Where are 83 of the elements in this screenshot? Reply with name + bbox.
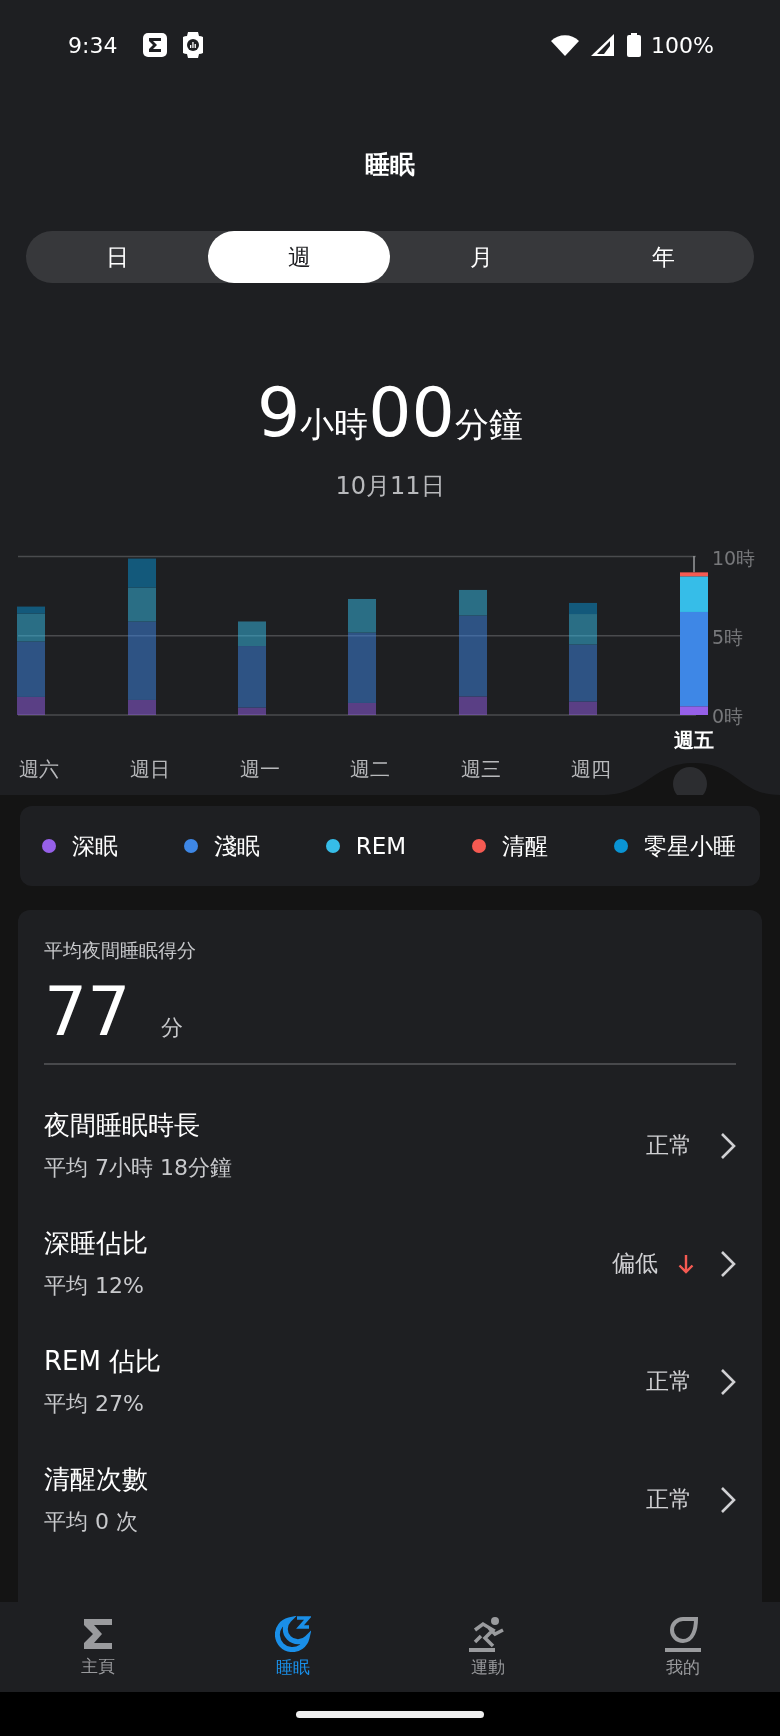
metric-title: 清醒次數 <box>44 1463 149 1496</box>
bar-segment[interactable] <box>128 558 156 588</box>
bar-segment[interactable] <box>348 632 376 703</box>
day-handle[interactable] <box>673 767 707 795</box>
chevron-right-icon[interactable] <box>720 1249 736 1278</box>
sigma-app-icon <box>143 33 168 57</box>
chevron-right-icon[interactable] <box>720 1131 736 1160</box>
metric-title: 深睡佔比 <box>44 1227 149 1260</box>
period-tab[interactable]: 年 <box>572 231 754 283</box>
profile-icon <box>664 1615 701 1652</box>
duration-minutes: 00 <box>368 373 455 452</box>
legend-label: 深眠 <box>72 831 118 861</box>
bar-segment[interactable] <box>569 614 597 645</box>
day-label: 週日 <box>130 757 170 781</box>
score-value: 77 <box>44 972 131 1051</box>
legend-label: 清醒 <box>502 831 549 861</box>
nav-tab[interactable]: 主頁 <box>0 1602 195 1692</box>
period-tab[interactable]: 日 <box>26 231 208 283</box>
legend-label: REM <box>355 833 407 859</box>
bar-segment[interactable] <box>569 602 597 615</box>
bar-segment[interactable] <box>128 587 156 622</box>
bar-segment[interactable] <box>459 696 487 715</box>
legend-label: 零星小睡 <box>644 831 736 861</box>
metric-average: 平均 12% <box>44 1272 145 1300</box>
day-label: 週二 <box>350 757 390 781</box>
day-label: 週六 <box>19 757 59 781</box>
moon-icon <box>274 1615 311 1652</box>
metric-title: REM 佔比 <box>44 1345 163 1378</box>
watch-icon <box>183 32 204 58</box>
metric-status: 正常 <box>646 1485 692 1514</box>
nav-tab[interactable]: 運動 <box>390 1602 585 1692</box>
bar-segment[interactable] <box>680 576 708 612</box>
battery-level: 100% <box>651 32 714 58</box>
selection-marker <box>693 555 695 574</box>
score-label: 平均夜間睡眠得分 <box>44 938 197 963</box>
screen-title: 睡眠 <box>365 149 415 181</box>
period-tab[interactable]: 月 <box>390 231 572 283</box>
bar-segment[interactable] <box>680 706 708 715</box>
metric-average: 平均 7小時 18分鐘 <box>44 1154 233 1182</box>
day-label: 週三 <box>461 757 501 781</box>
wifi-icon <box>551 34 580 56</box>
metric-status: 偏低 <box>612 1249 658 1278</box>
bar-segment[interactable] <box>128 699 156 715</box>
bar-segment[interactable] <box>17 606 45 614</box>
hours-unit: 小時 <box>300 404 369 446</box>
runner-icon <box>468 1615 507 1652</box>
bar-segment[interactable] <box>128 621 156 700</box>
day-label: 週一 <box>240 757 280 781</box>
bar-segment[interactable] <box>238 621 266 647</box>
bar-segment[interactable] <box>459 589 487 616</box>
bar-segment[interactable] <box>348 702 376 715</box>
day-label: 週五 <box>674 728 714 752</box>
sigma-icon <box>81 1616 114 1651</box>
period-tab[interactable]: 週 <box>208 231 390 283</box>
metric-average: 平均 27% <box>44 1390 145 1418</box>
battery-icon <box>627 33 642 57</box>
status-time: 9:34 <box>68 32 118 58</box>
bar-segment[interactable] <box>680 572 708 577</box>
signal-icon <box>591 34 616 56</box>
bar-segment[interactable] <box>569 701 597 715</box>
selected-date: 10月11日 <box>335 471 445 502</box>
bar-segment[interactable] <box>17 613 45 642</box>
nav-tab[interactable]: 我的 <box>585 1602 780 1692</box>
axis-label: 5時 <box>712 625 744 648</box>
metric-title: 夜間睡眠時長 <box>44 1109 201 1142</box>
bar-segment[interactable] <box>238 707 266 715</box>
day-label: 週四 <box>571 757 611 781</box>
score-unit: 分 <box>160 1014 183 1042</box>
bar-segment[interactable] <box>348 599 376 633</box>
axis-label: 10時 <box>712 546 756 569</box>
metric-status: 正常 <box>646 1367 692 1396</box>
metric-status: 正常 <box>646 1131 692 1160</box>
axis-label: 0時 <box>712 705 744 727</box>
metric-average: 平均 0 次 <box>44 1508 139 1536</box>
bar-segment[interactable] <box>459 615 487 697</box>
chevron-right-icon[interactable] <box>720 1367 736 1396</box>
chevron-right-icon[interactable] <box>720 1485 736 1514</box>
nav-tab[interactable]: 睡眠 <box>195 1602 390 1692</box>
duration-hours: 9 <box>257 373 301 452</box>
minutes-unit: 分鐘 <box>454 404 523 446</box>
bar-segment[interactable] <box>17 696 45 715</box>
home-indicator[interactable] <box>296 1710 484 1718</box>
legend-label: 淺眠 <box>213 831 260 861</box>
